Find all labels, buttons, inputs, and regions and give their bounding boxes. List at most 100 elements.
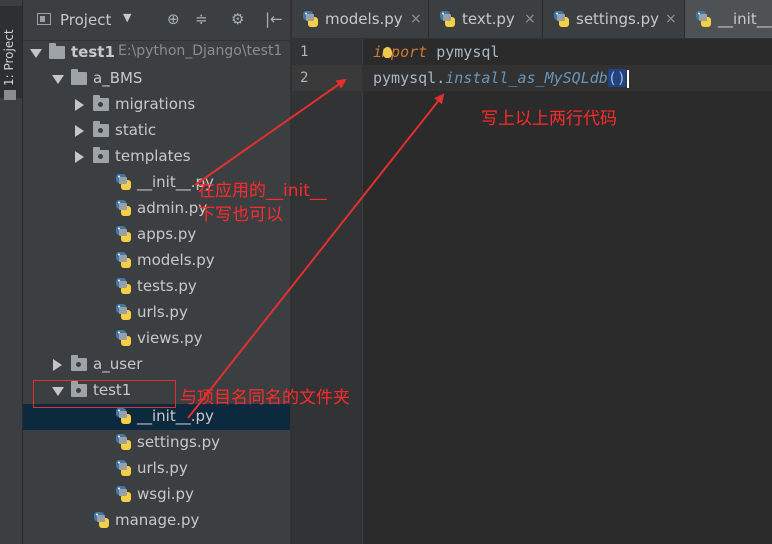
tree-file-item[interactable]: urls.py <box>23 456 290 482</box>
editor-tab[interactable]: models.py × <box>292 0 429 38</box>
tree-item-label: settings.py <box>137 433 220 451</box>
tree-item-label: tests.py <box>137 277 197 295</box>
tree-item-label: a_user <box>93 355 143 373</box>
tree-item-label: apps.py <box>137 225 197 243</box>
tree-item-label: models.py <box>137 251 215 269</box>
python-file-icon <box>554 11 569 27</box>
folder-icon <box>49 43 65 59</box>
editor-tab-bar: models.py × text.py × settings.py × __init__.p… <box>292 0 772 39</box>
python-file-icon <box>116 226 131 242</box>
lightbulb-icon[interactable] <box>383 47 392 58</box>
line-number-gutter <box>292 39 362 544</box>
tree-file-item[interactable]: manage.py <box>23 508 290 534</box>
python-file-icon <box>440 11 455 27</box>
python-file-icon <box>116 408 131 424</box>
line-number: 2 <box>300 70 309 86</box>
tree-item-label: templates <box>115 147 191 165</box>
text-cursor <box>626 69 629 88</box>
python-file-icon <box>116 434 131 450</box>
python-file-icon <box>116 486 131 502</box>
tree-file-item[interactable]: views.py <box>23 326 290 352</box>
python-file-icon <box>116 304 131 320</box>
tree-folder-item[interactable]: a_user <box>23 352 290 378</box>
python-file-icon <box>94 512 109 528</box>
tool-window-strip: 1: Project <box>0 0 23 544</box>
tree-item-label: urls.py <box>137 303 188 321</box>
tree-file-item[interactable]: settings.py <box>23 430 290 456</box>
chevron-right-icon[interactable] <box>75 125 84 137</box>
editor-tab[interactable]: settings.py × <box>543 0 685 38</box>
python-file-icon <box>116 174 131 190</box>
folder-icon <box>93 121 109 137</box>
tree-item-label: __init__.py <box>137 407 214 425</box>
hide-panel-icon[interactable]: |← <box>265 10 283 28</box>
tree-folder-item[interactable]: templates <box>23 144 290 170</box>
tree-file-item[interactable]: apps.py <box>23 222 290 248</box>
chevron-down-icon[interactable] <box>52 75 64 84</box>
project-path: E:\python_Django\test1 <box>118 43 283 59</box>
chevron-down-icon[interactable]: ▼ <box>123 11 131 24</box>
tree-file-item[interactable]: tests.py <box>23 274 290 300</box>
folder-icon <box>93 95 109 111</box>
python-file-icon <box>116 460 131 476</box>
project-view-selector[interactable]: Project <box>60 11 111 29</box>
annotation-folder-note: 与项目名同名的文件夹 <box>180 388 350 408</box>
tree-item-label: migrations <box>115 95 196 113</box>
tree-item-label: wsgi.py <box>137 485 194 503</box>
annotation-code-note: 写上以上两行代码 <box>481 109 617 129</box>
tree-folder-item[interactable]: a_BMS <box>23 66 290 92</box>
tree-file-item[interactable]: urls.py <box>23 300 290 326</box>
tab-label: text.py <box>462 10 515 28</box>
gear-icon[interactable]: ⚙ <box>231 10 244 28</box>
tree-item-label: admin.py <box>137 199 208 217</box>
python-file-icon <box>303 11 318 27</box>
annotation-app-note-2: 下写也可以 <box>198 205 283 225</box>
tree-item-label: views.py <box>137 329 203 347</box>
close-icon[interactable]: × <box>665 11 677 27</box>
python-file-icon <box>116 330 131 346</box>
chevron-down-icon[interactable] <box>30 49 42 58</box>
tree-item-label: test1 <box>71 43 115 61</box>
close-icon[interactable]: × <box>410 11 422 27</box>
python-file-icon <box>116 200 131 216</box>
close-icon[interactable]: × <box>524 11 536 27</box>
chevron-right-icon[interactable] <box>75 151 84 163</box>
python-file-icon <box>116 252 131 268</box>
project-tool-window-tab[interactable]: 1: Project <box>0 6 22 100</box>
gutter-divider <box>362 39 363 544</box>
project-view-icon <box>37 13 51 25</box>
folder-icon <box>4 90 16 100</box>
annotation-app-note-1: 在应用的__init__ <box>198 181 327 201</box>
import-keyword: import <box>373 43 428 61</box>
editor-tab[interactable]: text.py × <box>429 0 543 38</box>
method-call: install_as_MySQLdb <box>445 69 608 87</box>
chevron-right-icon[interactable] <box>75 99 84 111</box>
tree-folder-item[interactable]: migrations <box>23 92 290 118</box>
collapse-all-icon[interactable]: ≑ <box>195 10 208 28</box>
parentheses: () <box>607 69 626 87</box>
tree-folder-item[interactable]: test1 E:\python_Django\test1 <box>23 40 290 66</box>
tab-label: settings.py <box>576 10 659 28</box>
tree-folder-item[interactable]: static <box>23 118 290 144</box>
folder-icon <box>93 147 109 163</box>
module-object: pymysql. <box>373 69 446 87</box>
tab-label: models.py <box>325 10 403 28</box>
python-file-icon <box>116 278 131 294</box>
tree-item-label: static <box>115 121 157 139</box>
project-panel-header: Project ▼ ⊕ ≑ ⚙ |← <box>23 0 290 41</box>
tree-item-label: urls.py <box>137 459 188 477</box>
folder-icon <box>71 355 87 371</box>
locate-icon[interactable]: ⊕ <box>167 10 180 28</box>
tree-item-label: a_BMS <box>93 69 143 87</box>
folder-icon <box>71 69 87 85</box>
code-line-2[interactable]: pymysql.install_as_MySQLdb() <box>373 69 629 88</box>
project-panel: Project ▼ ⊕ ≑ ⚙ |← test1 E:\python_Django… <box>23 0 290 544</box>
tree-item-label: manage.py <box>115 511 200 529</box>
module-name: pymysql <box>427 43 500 61</box>
python-file-icon <box>696 11 711 27</box>
chevron-right-icon[interactable] <box>53 359 62 371</box>
tree-file-item[interactable]: models.py <box>23 248 290 274</box>
tree-file-item[interactable]: wsgi.py <box>23 482 290 508</box>
line-number: 1 <box>300 44 309 60</box>
editor-tab[interactable]: __init__.py <box>685 0 772 38</box>
